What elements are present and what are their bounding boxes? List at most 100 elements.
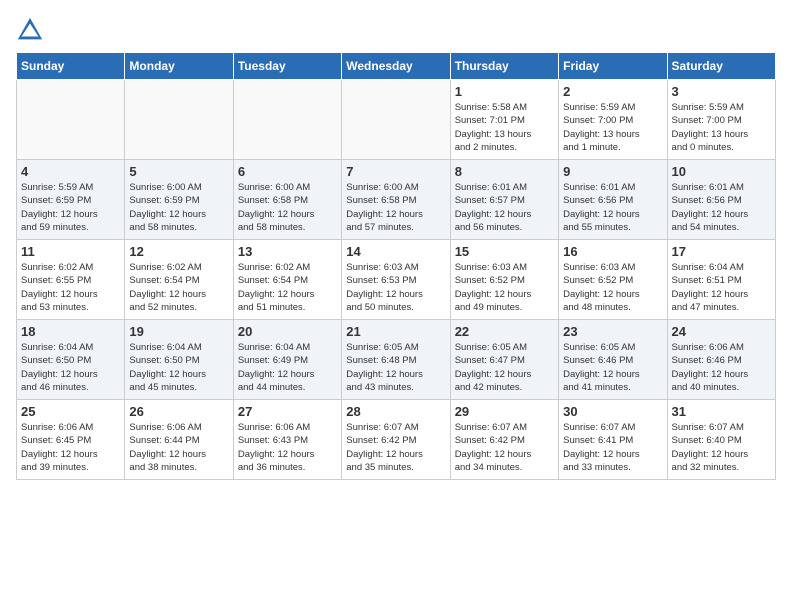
calendar-day-cell: 3Sunrise: 5:59 AM Sunset: 7:00 PM Daylig… bbox=[667, 80, 775, 160]
day-info: Sunrise: 5:58 AM Sunset: 7:01 PM Dayligh… bbox=[455, 101, 554, 154]
calendar-day-cell: 18 Sunrise: 6:04 AM Sunset: 6:50 PM Dayli… bbox=[17, 320, 125, 400]
day-number: 19 bbox=[129, 324, 228, 339]
weekday-header: Sunday bbox=[17, 53, 125, 80]
day-number: 2 bbox=[563, 84, 662, 99]
day-info: Sunrise: 6:01 AM Sunset: 6:56 PM Dayligh… bbox=[672, 181, 771, 234]
day-info: Sunrise: 5:59 AM Sunset: 7:00 PM Dayligh… bbox=[672, 101, 771, 154]
day-number: 28 bbox=[346, 404, 445, 419]
calendar-day-cell: 13 Sunrise: 6:02 AM Sunset: 6:54 PM Dayli… bbox=[233, 240, 341, 320]
day-info: Sunrise: 6:03 AM Sunset: 6:53 PM Dayligh… bbox=[346, 261, 445, 314]
calendar-day-cell: 27 Sunrise: 6:06 AM Sunset: 6:43 PM Dayli… bbox=[233, 400, 341, 480]
day-number: 15 bbox=[455, 244, 554, 259]
day-number: 22 bbox=[455, 324, 554, 339]
calendar-day-cell: 29 Sunrise: 6:07 AM Sunset: 6:42 PM Dayli… bbox=[450, 400, 558, 480]
day-number: 27 bbox=[238, 404, 337, 419]
weekday-header: Tuesday bbox=[233, 53, 341, 80]
day-number: 10 bbox=[672, 164, 771, 179]
day-number: 13 bbox=[238, 244, 337, 259]
day-info: Sunrise: 6:04 AM Sunset: 6:50 PM Dayligh… bbox=[21, 341, 120, 394]
day-number: 9 bbox=[563, 164, 662, 179]
calendar-day-cell: 4 Sunrise: 5:59 AM Sunset: 6:59 PM Daylig… bbox=[17, 160, 125, 240]
calendar-day-cell: 14 Sunrise: 6:03 AM Sunset: 6:53 PM Dayli… bbox=[342, 240, 450, 320]
calendar-day-cell: 6 Sunrise: 6:00 AM Sunset: 6:58 PM Daylig… bbox=[233, 160, 341, 240]
calendar-day-cell: 24 Sunrise: 6:06 AM Sunset: 6:46 PM Dayli… bbox=[667, 320, 775, 400]
weekday-header: Wednesday bbox=[342, 53, 450, 80]
weekday-header: Monday bbox=[125, 53, 233, 80]
logo bbox=[16, 16, 48, 44]
page-header bbox=[16, 16, 776, 44]
day-info: Sunrise: 6:00 AM Sunset: 6:59 PM Dayligh… bbox=[129, 181, 228, 234]
day-info: Sunrise: 6:02 AM Sunset: 6:54 PM Dayligh… bbox=[238, 261, 337, 314]
calendar-week-row: 11 Sunrise: 6:02 AM Sunset: 6:55 PM Dayli… bbox=[17, 240, 776, 320]
day-info: Sunrise: 6:07 AM Sunset: 6:42 PM Dayligh… bbox=[455, 421, 554, 474]
calendar-table: SundayMondayTuesdayWednesdayThursdayFrid… bbox=[16, 52, 776, 480]
day-number: 26 bbox=[129, 404, 228, 419]
logo-icon bbox=[16, 16, 44, 44]
day-info: Sunrise: 6:01 AM Sunset: 6:57 PM Dayligh… bbox=[455, 181, 554, 234]
calendar-day-cell: 5 Sunrise: 6:00 AM Sunset: 6:59 PM Daylig… bbox=[125, 160, 233, 240]
calendar-day-cell: 31 Sunrise: 6:07 AM Sunset: 6:40 PM Dayli… bbox=[667, 400, 775, 480]
calendar-week-row: 1 Sunrise: 5:58 AM Sunset: 7:01 PM Daylig… bbox=[17, 80, 776, 160]
day-info: Sunrise: 6:03 AM Sunset: 6:52 PM Dayligh… bbox=[563, 261, 662, 314]
calendar-day-cell: 1 Sunrise: 5:58 AM Sunset: 7:01 PM Daylig… bbox=[450, 80, 558, 160]
day-number: 7 bbox=[346, 164, 445, 179]
calendar-day-cell: 19Sunrise: 6:04 AM Sunset: 6:50 PM Dayli… bbox=[125, 320, 233, 400]
day-info: Sunrise: 6:01 AM Sunset: 6:56 PM Dayligh… bbox=[563, 181, 662, 234]
day-info: Sunrise: 6:07 AM Sunset: 6:40 PM Dayligh… bbox=[672, 421, 771, 474]
day-info: Sunrise: 6:00 AM Sunset: 6:58 PM Dayligh… bbox=[346, 181, 445, 234]
day-number: 6 bbox=[238, 164, 337, 179]
calendar-week-row: 25 Sunrise: 6:06 AM Sunset: 6:45 PM Dayli… bbox=[17, 400, 776, 480]
day-number: 24 bbox=[672, 324, 771, 339]
day-number: 21 bbox=[346, 324, 445, 339]
calendar-day-cell: 8 Sunrise: 6:01 AM Sunset: 6:57 PM Daylig… bbox=[450, 160, 558, 240]
day-info: Sunrise: 6:06 AM Sunset: 6:45 PM Dayligh… bbox=[21, 421, 120, 474]
weekday-header: Saturday bbox=[667, 53, 775, 80]
day-info: Sunrise: 6:05 AM Sunset: 6:47 PM Dayligh… bbox=[455, 341, 554, 394]
day-number: 31 bbox=[672, 404, 771, 419]
calendar-day-cell: 15 Sunrise: 6:03 AM Sunset: 6:52 PM Dayli… bbox=[450, 240, 558, 320]
calendar-day-cell: 22 Sunrise: 6:05 AM Sunset: 6:47 PM Dayli… bbox=[450, 320, 558, 400]
day-number: 25 bbox=[21, 404, 120, 419]
day-info: Sunrise: 6:00 AM Sunset: 6:58 PM Dayligh… bbox=[238, 181, 337, 234]
day-number: 16 bbox=[563, 244, 662, 259]
day-number: 18 bbox=[21, 324, 120, 339]
day-number: 30 bbox=[563, 404, 662, 419]
calendar-day-cell bbox=[125, 80, 233, 160]
day-info: Sunrise: 6:06 AM Sunset: 6:44 PM Dayligh… bbox=[129, 421, 228, 474]
day-info: Sunrise: 6:03 AM Sunset: 6:52 PM Dayligh… bbox=[455, 261, 554, 314]
weekday-header: Friday bbox=[559, 53, 667, 80]
day-info: Sunrise: 6:02 AM Sunset: 6:54 PM Dayligh… bbox=[129, 261, 228, 314]
day-number: 20 bbox=[238, 324, 337, 339]
day-number: 11 bbox=[21, 244, 120, 259]
calendar-day-cell: 2Sunrise: 5:59 AM Sunset: 7:00 PM Daylig… bbox=[559, 80, 667, 160]
calendar-day-cell: 10 Sunrise: 6:01 AM Sunset: 6:56 PM Dayli… bbox=[667, 160, 775, 240]
day-number: 5 bbox=[129, 164, 228, 179]
day-info: Sunrise: 6:04 AM Sunset: 6:49 PM Dayligh… bbox=[238, 341, 337, 394]
calendar-day-cell bbox=[342, 80, 450, 160]
weekday-header-row: SundayMondayTuesdayWednesdayThursdayFrid… bbox=[17, 53, 776, 80]
calendar-day-cell: 9 Sunrise: 6:01 AM Sunset: 6:56 PM Daylig… bbox=[559, 160, 667, 240]
calendar-week-row: 4 Sunrise: 5:59 AM Sunset: 6:59 PM Daylig… bbox=[17, 160, 776, 240]
day-info: Sunrise: 6:06 AM Sunset: 6:46 PM Dayligh… bbox=[672, 341, 771, 394]
calendar-day-cell bbox=[233, 80, 341, 160]
day-info: Sunrise: 6:02 AM Sunset: 6:55 PM Dayligh… bbox=[21, 261, 120, 314]
day-number: 4 bbox=[21, 164, 120, 179]
calendar-day-cell bbox=[17, 80, 125, 160]
calendar-day-cell: 23Sunrise: 6:05 AM Sunset: 6:46 PM Dayli… bbox=[559, 320, 667, 400]
calendar-day-cell: 30 Sunrise: 6:07 AM Sunset: 6:41 PM Dayli… bbox=[559, 400, 667, 480]
day-number: 12 bbox=[129, 244, 228, 259]
calendar-day-cell: 21Sunrise: 6:05 AM Sunset: 6:48 PM Dayli… bbox=[342, 320, 450, 400]
day-info: Sunrise: 6:07 AM Sunset: 6:41 PM Dayligh… bbox=[563, 421, 662, 474]
day-info: Sunrise: 6:06 AM Sunset: 6:43 PM Dayligh… bbox=[238, 421, 337, 474]
calendar-day-cell: 7 Sunrise: 6:00 AM Sunset: 6:58 PM Daylig… bbox=[342, 160, 450, 240]
calendar-day-cell: 11 Sunrise: 6:02 AM Sunset: 6:55 PM Dayli… bbox=[17, 240, 125, 320]
day-number: 29 bbox=[455, 404, 554, 419]
day-number: 23 bbox=[563, 324, 662, 339]
day-info: Sunrise: 6:07 AM Sunset: 6:42 PM Dayligh… bbox=[346, 421, 445, 474]
calendar-day-cell: 12 Sunrise: 6:02 AM Sunset: 6:54 PM Dayli… bbox=[125, 240, 233, 320]
day-info: Sunrise: 5:59 AM Sunset: 6:59 PM Dayligh… bbox=[21, 181, 120, 234]
day-number: 17 bbox=[672, 244, 771, 259]
day-number: 1 bbox=[455, 84, 554, 99]
day-number: 8 bbox=[455, 164, 554, 179]
day-number: 14 bbox=[346, 244, 445, 259]
